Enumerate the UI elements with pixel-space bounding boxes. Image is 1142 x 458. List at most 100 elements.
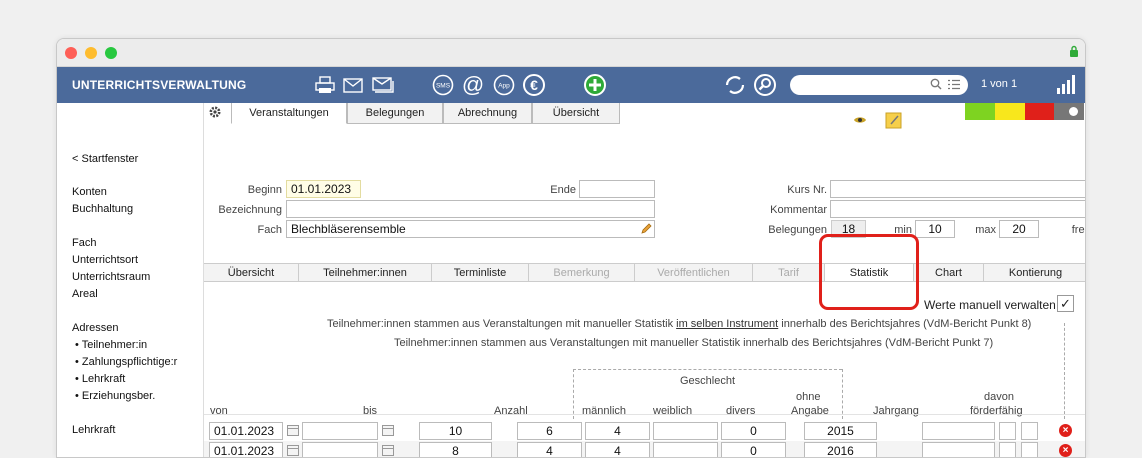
extra-field-1[interactable] — [999, 422, 1016, 440]
note-icon[interactable] — [885, 111, 903, 129]
col-angabe: Angabe — [791, 405, 829, 417]
sidebar-item-zahlungspflichtige[interactable]: • Zahlungspflichtige:r — [75, 356, 177, 368]
tab-chart[interactable]: Chart — [914, 264, 984, 281]
tab-tarif[interactable]: Tarif — [753, 264, 825, 281]
tab-veranstaltungen[interactable]: Veranstaltungen — [231, 103, 347, 124]
ohne-angabe-field[interactable]: 0 — [721, 442, 786, 457]
sidebar-item-teilnehmer[interactable]: • Teilnehmer:in — [75, 339, 147, 351]
search-field-icon — [930, 78, 942, 90]
calendar-icon[interactable] — [382, 425, 394, 436]
divers-field[interactable] — [653, 422, 718, 440]
von-field[interactable]: 01.01.2023 — [209, 442, 283, 457]
sidebar-item-unterrichtsraum[interactable]: Unterrichtsraum — [72, 271, 150, 283]
tab-bemerkung[interactable]: Bemerkung — [529, 264, 635, 281]
bis-field[interactable] — [302, 422, 378, 440]
tab-uebersicht-top[interactable]: Übersicht — [532, 103, 620, 124]
app-icon[interactable]: App — [492, 73, 516, 97]
search-icon[interactable] — [753, 73, 777, 97]
bis-field[interactable] — [302, 442, 378, 457]
delete-row-icon[interactable]: × — [1059, 424, 1072, 437]
max-field[interactable]: 20 — [999, 220, 1039, 238]
sidebar-item-buchhaltung[interactable]: Buchhaltung — [72, 203, 133, 215]
extra-field-1[interactable] — [999, 442, 1016, 457]
calendar-icon[interactable] — [287, 445, 299, 456]
close-window-button[interactable] — [65, 47, 77, 59]
col-ohne: ohne — [796, 391, 821, 403]
refresh-icon[interactable] — [723, 73, 747, 97]
anzahl-field[interactable]: 10 — [419, 422, 492, 440]
euro-icon[interactable]: € — [522, 73, 546, 97]
mail-stack-icon[interactable] — [371, 73, 395, 97]
signal-bars-icon[interactable] — [1057, 75, 1075, 94]
sidebar-item-erziehungsber[interactable]: • Erziehungsber. — [75, 390, 155, 402]
same-instrument-link[interactable]: im selben Instrument — [676, 318, 778, 330]
tab-teilnehmerinnen[interactable]: Teilnehmer:innen — [299, 264, 432, 281]
delete-row-icon[interactable]: × — [1059, 444, 1072, 457]
weiblich-field[interactable]: 4 — [585, 422, 650, 440]
kurs-nr-field[interactable] — [830, 180, 1085, 198]
min-field[interactable]: 10 — [915, 220, 955, 238]
foerderfaehig-field[interactable] — [922, 442, 995, 457]
printer-icon[interactable] — [313, 73, 337, 97]
at-icon[interactable]: @ — [461, 73, 485, 97]
tab-terminliste[interactable]: Terminliste — [432, 264, 529, 281]
sidebar-item-areal[interactable]: Areal — [72, 288, 98, 300]
status-green — [965, 103, 995, 120]
bezeichnung-field[interactable] — [286, 200, 655, 218]
weiblich-field[interactable]: 4 — [585, 442, 650, 457]
beginn-field[interactable]: 01.01.2023 — [286, 180, 361, 198]
svg-text:SMS: SMS — [436, 83, 451, 90]
tab-uebersicht[interactable]: Übersicht — [204, 264, 299, 281]
sidebar: < Startfenster Konten Buchhaltung Fach U… — [57, 103, 204, 457]
bezeichnung-label: Bezeichnung — [218, 204, 282, 216]
sidebar-item-unterrichtsort[interactable]: Unterrichtsort — [72, 254, 138, 266]
anzahl-field[interactable]: 8 — [419, 442, 492, 457]
top-tabs: Veranstaltungen Belegungen Abrechnung Üb… — [231, 103, 620, 124]
tab-veroeffentlichen[interactable]: Veröffentlichen — [635, 264, 753, 281]
sidebar-item-lehrkraft[interactable]: Lehrkraft — [72, 424, 115, 436]
eye-icon[interactable] — [853, 115, 867, 125]
sms-icon[interactable]: SMS — [431, 73, 455, 97]
mail-icon[interactable] — [341, 73, 365, 97]
jahrgang-field[interactable]: 2015 — [804, 422, 877, 440]
tab-abrechnung[interactable]: Abrechnung — [443, 103, 532, 124]
sidebar-item-konten[interactable]: Konten — [72, 186, 107, 198]
col-maennlich: männlich — [582, 405, 627, 417]
sidebar-item-lehrkraft-sub[interactable]: • Lehrkraft — [75, 373, 125, 385]
add-icon[interactable] — [583, 73, 607, 97]
von-field[interactable]: 01.01.2023 — [209, 422, 283, 440]
foerderfaehig-field[interactable] — [922, 422, 995, 440]
vdm7-divider — [1085, 343, 1086, 419]
gear-icon[interactable] — [208, 105, 222, 119]
maennlich-field[interactable]: 4 — [517, 442, 582, 457]
calendar-icon[interactable] — [287, 425, 299, 436]
search-input[interactable] — [790, 75, 968, 95]
jahrgang-field[interactable]: 2016 — [804, 442, 877, 457]
extra-field-2[interactable] — [1021, 442, 1038, 457]
zoom-window-button[interactable] — [105, 47, 117, 59]
extra-field-2[interactable] — [1021, 422, 1038, 440]
tab-kontierung[interactable]: Kontierung — [984, 264, 1085, 281]
col-davon: davon — [984, 391, 1014, 403]
frei-label: frei — [1071, 224, 1086, 236]
maennlich-field[interactable]: 6 — [517, 422, 582, 440]
divers-field[interactable] — [653, 442, 718, 457]
fach-field[interactable]: Blechbläserensemble — [286, 220, 655, 238]
info-line-vdm7: Teilnehmer:innen stammen aus Veranstaltu… — [394, 337, 994, 349]
record-counter: 1 von 1 — [981, 78, 1018, 90]
pencil-icon[interactable] — [640, 222, 653, 235]
ohne-angabe-field[interactable]: 0 — [721, 422, 786, 440]
beginn-label: Beginn — [247, 184, 282, 196]
sidebar-back-startfenster[interactable]: < Startfenster — [72, 153, 138, 165]
minimize-window-button[interactable] — [85, 47, 97, 59]
sidebar-item-fach[interactable]: Fach — [72, 237, 96, 249]
calendar-icon[interactable] — [382, 445, 394, 456]
list-icon[interactable] — [948, 79, 960, 90]
sidebar-item-adressen[interactable]: Adressen — [72, 322, 118, 334]
status-toggle[interactable] — [1054, 103, 1084, 120]
manual-values-checkbox[interactable]: ✓ — [1057, 295, 1074, 312]
col-weiblich: weiblich — [653, 405, 693, 417]
ende-field[interactable] — [579, 180, 655, 198]
tab-belegungen[interactable]: Belegungen — [347, 103, 443, 124]
kommentar-field[interactable] — [830, 200, 1085, 218]
